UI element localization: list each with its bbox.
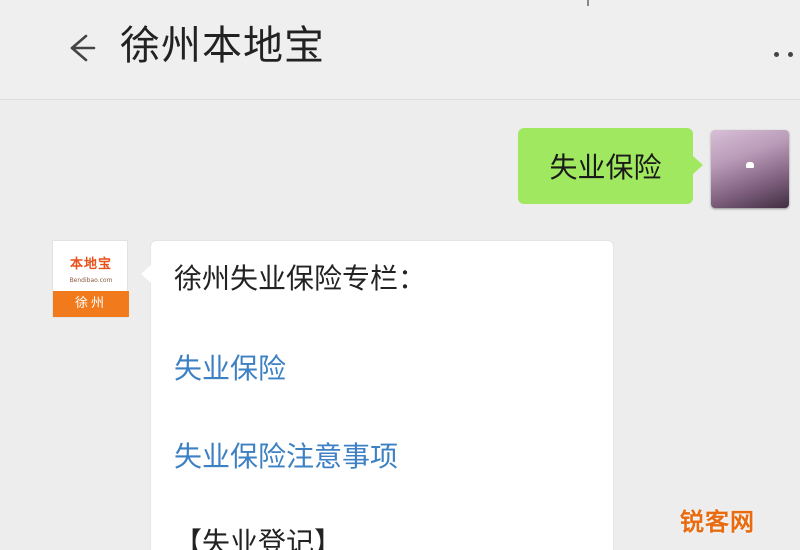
account-logo-text: 本地宝 bbox=[69, 257, 112, 272]
message-heading: 徐州失业保险专栏： bbox=[174, 262, 427, 295]
avatar-detail bbox=[746, 162, 754, 168]
outgoing-message-text: 失业保险 bbox=[549, 151, 662, 184]
account-avatar[interactable]: 本地宝 Bendibao.com 徐州 bbox=[52, 240, 129, 318]
more-options-button[interactable] bbox=[770, 40, 800, 64]
chat-header: 徐州本地宝 bbox=[0, 0, 800, 100]
account-city-label: 徐州 bbox=[53, 291, 129, 317]
account-logo-subtext: Bendibao.com bbox=[69, 277, 113, 284]
more-dots-icon bbox=[774, 52, 779, 57]
outgoing-message-bubble[interactable]: 失业保险 bbox=[518, 128, 703, 204]
link-unemployment-insurance[interactable]: 失业保险 bbox=[174, 349, 286, 389]
back-arrow-icon bbox=[70, 34, 96, 62]
status-tick bbox=[587, 0, 589, 6]
back-button[interactable] bbox=[60, 28, 100, 68]
more-dots-icon bbox=[788, 52, 793, 57]
link-unemployment-insurance-notes[interactable]: 失业保险注意事项 bbox=[174, 437, 398, 477]
user-avatar[interactable] bbox=[711, 130, 789, 208]
message-partial-text: 【失业登记】 bbox=[174, 526, 343, 550]
watermark: 锐客网 bbox=[680, 508, 755, 536]
incoming-message-bubble: 徐州失业保险专栏： 失业保险 失业保险注意事项 【失业登记】 bbox=[141, 240, 614, 550]
chat-title: 徐州本地宝 bbox=[120, 23, 325, 69]
